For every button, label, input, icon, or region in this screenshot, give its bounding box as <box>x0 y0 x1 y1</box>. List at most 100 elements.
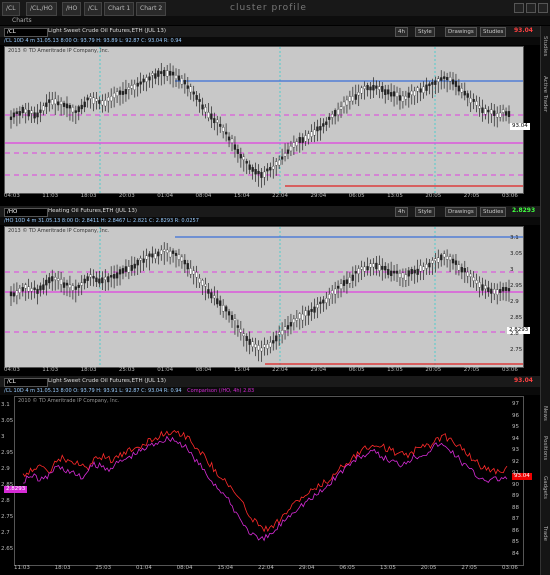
candle-body <box>457 264 461 271</box>
symbol-input[interactable]: /HO <box>4 208 48 217</box>
x-tick-label: 27:05 <box>463 367 480 373</box>
candle-body <box>440 77 443 81</box>
candle-body <box>419 265 422 272</box>
candle-body <box>348 277 352 284</box>
symbol-input[interactable]: /CL <box>4 378 48 387</box>
y-tick-label: 3.1 <box>510 235 519 241</box>
candle-body <box>272 166 275 170</box>
drawings-button[interactable]: Drawings <box>445 207 477 217</box>
candle-body <box>139 81 142 85</box>
candle-body <box>154 73 157 79</box>
candle-body <box>180 256 184 262</box>
candle-body <box>407 92 410 98</box>
candle-body <box>45 279 48 286</box>
y-tick-label: 2.9 <box>1 466 10 472</box>
candle-body <box>142 78 145 83</box>
candle-body <box>219 300 222 306</box>
ohlc-info: /CL 10D 4 m 31.05.13 8:00 O: 93.79 H: 93… <box>0 37 540 45</box>
x-tick-label: 11:03 <box>14 565 30 571</box>
candle-body <box>360 266 363 270</box>
candle-body <box>245 160 248 164</box>
candle-body <box>487 287 490 292</box>
sidebar-item-gadgets[interactable]: Gadgets <box>542 476 548 499</box>
tab-chart-2[interactable]: Chart 2 <box>136 2 167 16</box>
candle-body <box>478 105 481 109</box>
candle-body <box>304 135 307 142</box>
y-tick-label: 2.8 <box>1 498 10 504</box>
sidebar-item-positions[interactable]: Positions <box>542 436 548 460</box>
candle-body <box>381 265 384 270</box>
candle-body <box>443 76 446 79</box>
candle-body <box>251 341 254 347</box>
y-tick-label-right: 90 <box>512 481 519 488</box>
candle-body <box>59 279 63 285</box>
candle-body <box>160 71 163 74</box>
candle-body <box>166 249 169 253</box>
candle-body <box>416 87 419 92</box>
candle-body <box>395 92 399 97</box>
candle-body <box>451 258 455 264</box>
tab-cl-ho[interactable]: /CL,/HO <box>26 2 57 16</box>
candle-body <box>110 275 113 278</box>
x-tick-label: 20:05 <box>425 193 442 199</box>
right-sidebar: Studies Active Trader News Positions Gad… <box>540 26 550 575</box>
candle-body <box>48 99 51 103</box>
candle-body <box>39 109 42 113</box>
candle-body <box>431 82 434 85</box>
candle-body <box>493 289 496 295</box>
candle-body <box>136 82 139 87</box>
heating-plot-area[interactable]: 2013 © TD Ameritrade IP Company, Inc. 2.… <box>4 226 531 368</box>
minimize-icon[interactable] <box>514 3 524 13</box>
studies-button[interactable]: Studies <box>480 27 507 37</box>
crude-plot-area[interactable]: 2013 © TD Ameritrade IP Company, Inc. 93… <box>4 46 530 194</box>
candle-body <box>375 262 378 270</box>
sidebar-item-active-trader[interactable]: Active Trader <box>542 76 548 112</box>
sidebar-item-news[interactable]: News <box>542 406 548 421</box>
style-button[interactable]: Style <box>415 207 435 217</box>
maximize-icon[interactable] <box>526 3 536 13</box>
y-tick-label: 2.85 <box>1 482 14 488</box>
candle-body <box>163 69 166 77</box>
candle-body <box>104 276 107 280</box>
candle-body <box>227 311 231 316</box>
studies-button[interactable]: Studies <box>480 207 507 217</box>
candle-body <box>443 253 446 258</box>
candle-body <box>95 277 98 283</box>
interval-button[interactable]: 4h <box>395 207 408 217</box>
candle-body <box>89 274 92 278</box>
candle-body <box>263 171 266 178</box>
candle-body <box>151 253 154 258</box>
tab-cl-2[interactable]: /CL <box>84 2 102 16</box>
candle-body <box>239 329 242 333</box>
candle-body <box>89 96 92 99</box>
candle-body <box>133 84 136 90</box>
tab-chart-1[interactable]: Chart 1 <box>104 2 135 16</box>
tab-cl[interactable]: /CL <box>2 2 20 16</box>
close-icon[interactable] <box>538 3 548 13</box>
candle-body <box>351 274 354 281</box>
candle-body <box>54 277 57 280</box>
x-tick-label: 15:04 <box>217 565 234 571</box>
symbol-input[interactable]: /CL <box>4 28 48 37</box>
candle-body <box>124 266 128 272</box>
candle-body <box>248 338 251 345</box>
candle-body <box>466 93 469 98</box>
candle-body <box>230 315 234 320</box>
comparison-plot-area[interactable]: 2010 © TD Ameritrade IP Company, Inc. 93… <box>14 396 532 566</box>
candle-body <box>496 289 499 295</box>
x-tick-label: 25:03 <box>95 565 112 571</box>
candle-body <box>130 264 133 271</box>
candle-body <box>115 272 119 279</box>
candle-body <box>387 89 390 95</box>
style-button[interactable]: Style <box>415 27 435 37</box>
sidebar-item-trade[interactable]: Trade <box>542 526 548 541</box>
candle-body <box>460 88 464 93</box>
x-tick-label: 08:04 <box>176 565 193 571</box>
tab-ho[interactable]: /HO <box>62 2 82 16</box>
drawings-button[interactable]: Drawings <box>445 27 477 37</box>
candle-body <box>77 284 80 288</box>
candle-body <box>189 86 192 93</box>
interval-button[interactable]: 4h <box>395 27 408 37</box>
candle-body <box>65 103 69 109</box>
sidebar-item-studies[interactable]: Studies <box>542 36 548 56</box>
